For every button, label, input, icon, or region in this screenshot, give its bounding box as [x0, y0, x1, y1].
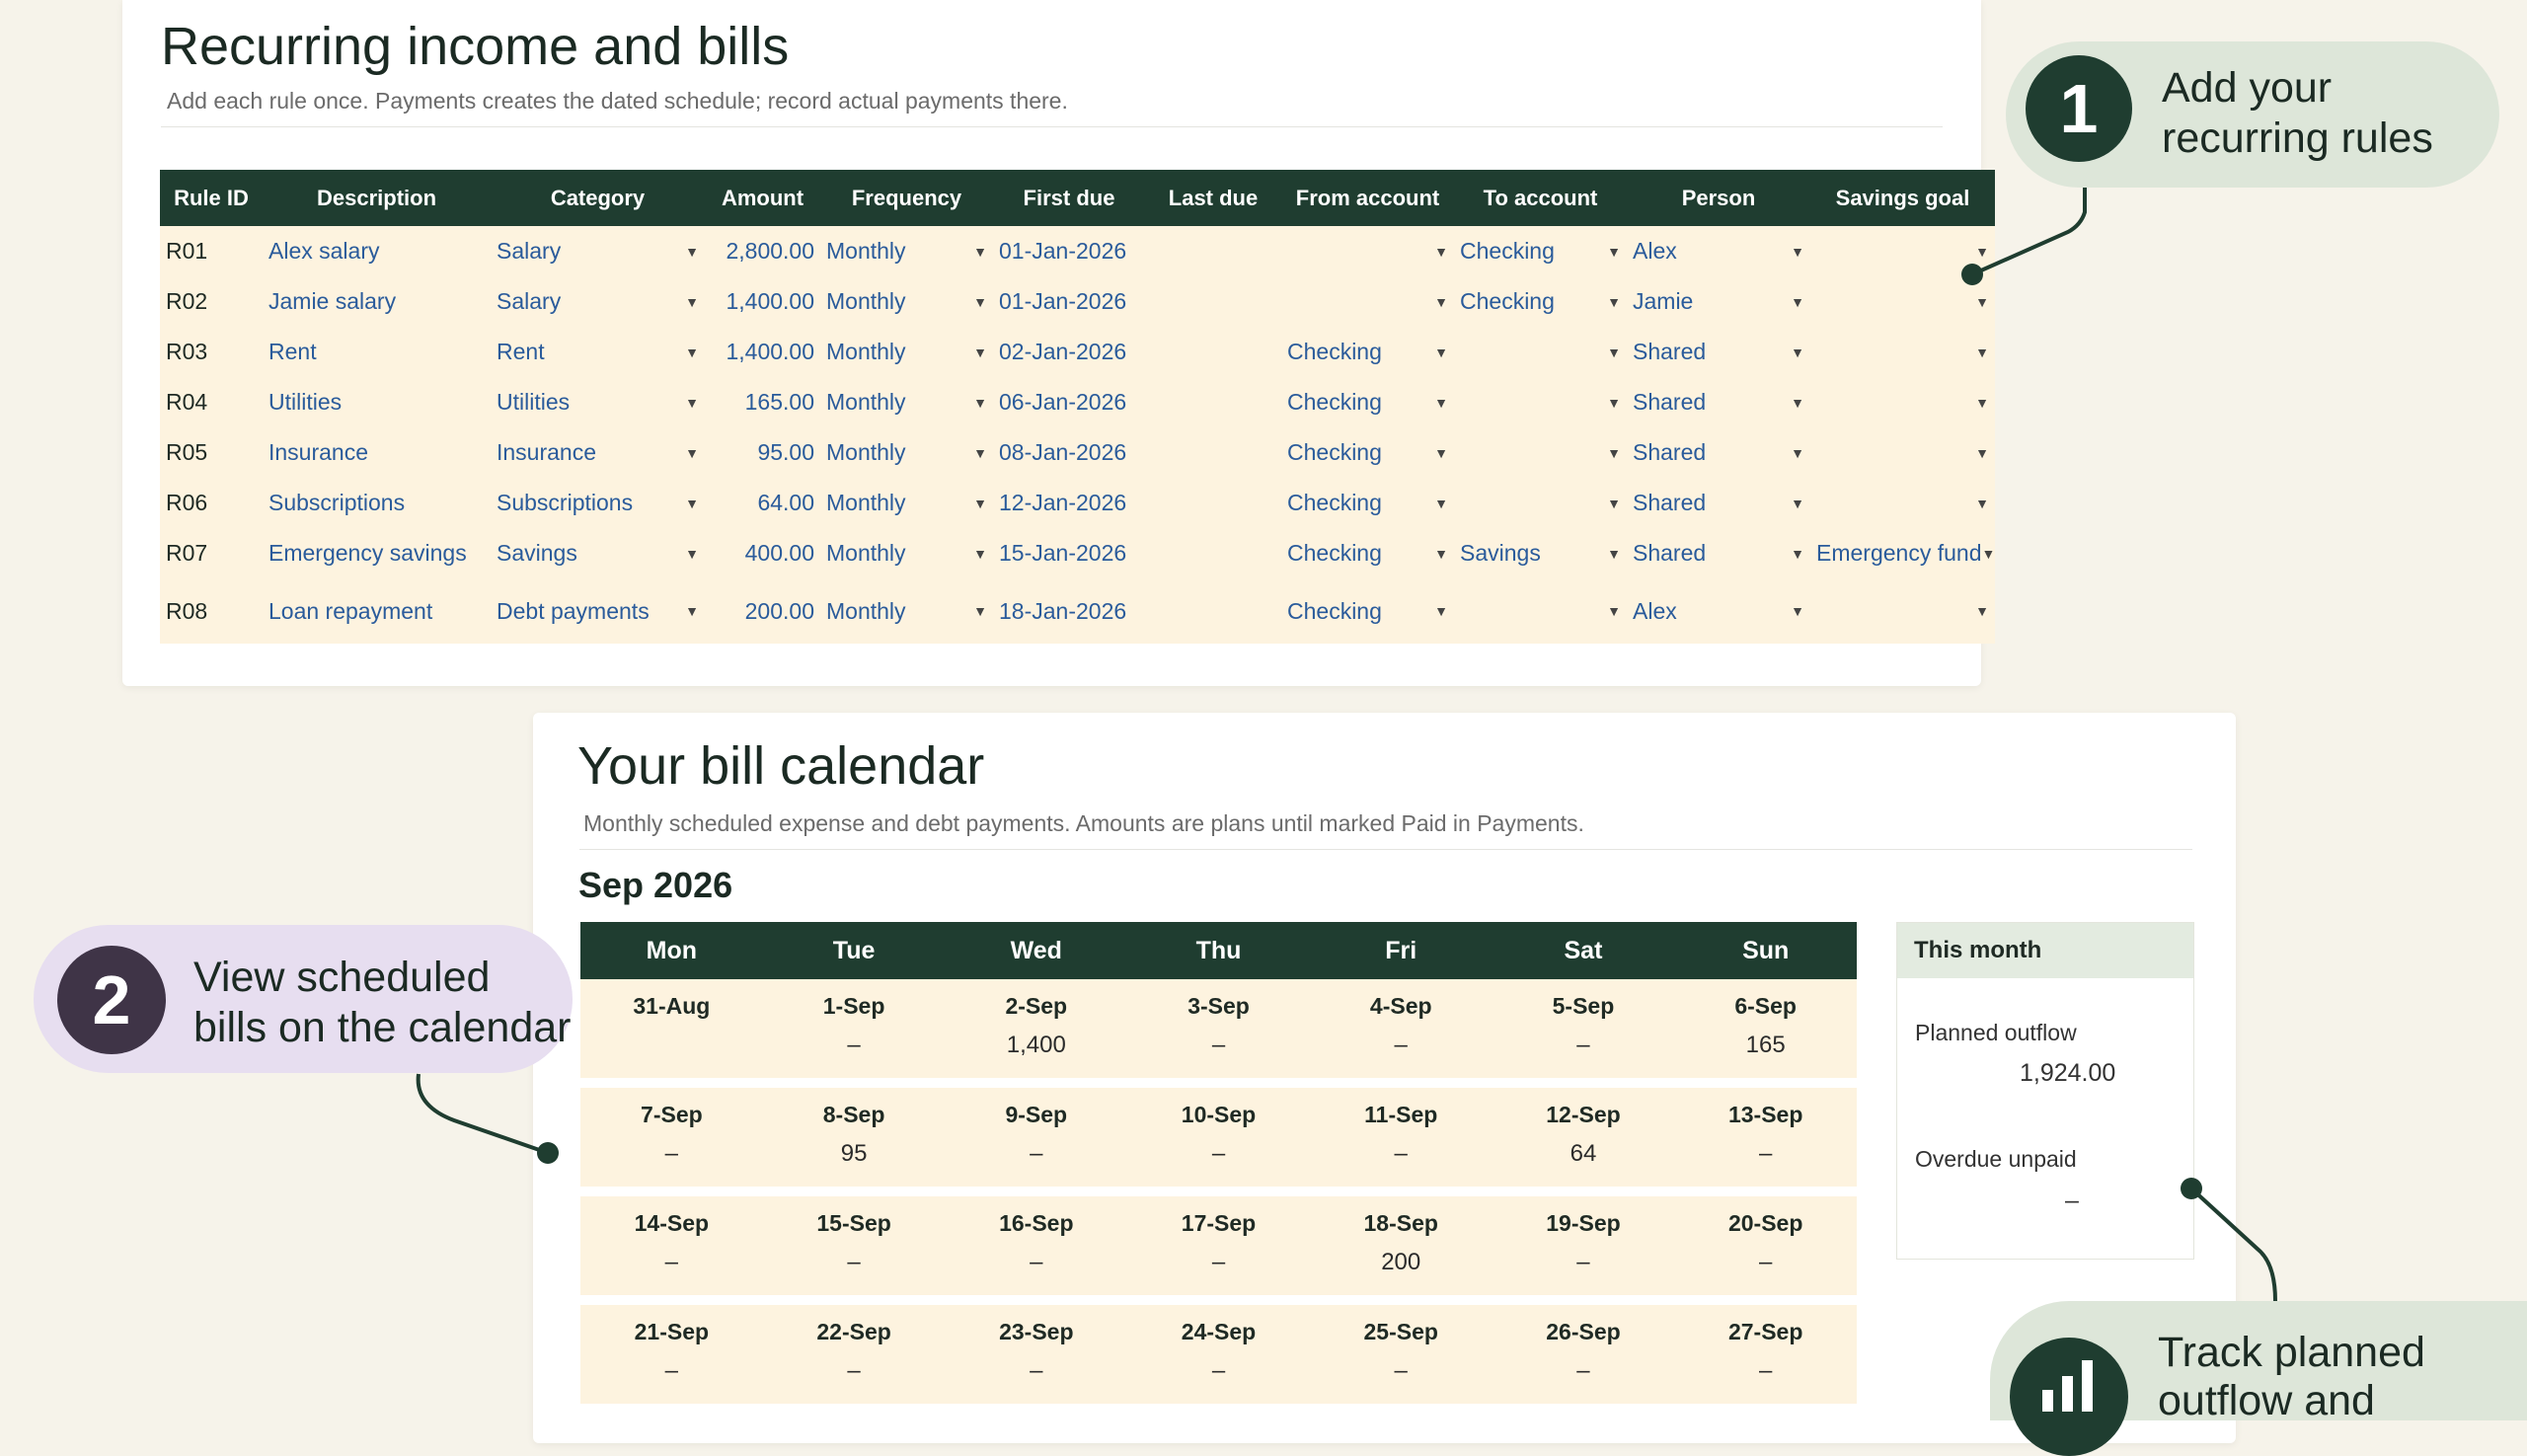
step-2-badge: 2 — [57, 946, 166, 1054]
callout-3-line-1: Track planned — [2158, 1329, 2425, 1376]
callout-2-line-1: View scheduled — [193, 954, 491, 1001]
step-1-badge: 1 — [2026, 55, 2132, 162]
callout-2-line-2: bills on the calendar — [193, 1004, 572, 1051]
callout-1-line-1: Add your — [2162, 64, 2333, 112]
callout-connectors — [416, 188, 2277, 1302]
callout-3-line-2: outflow and — [2158, 1377, 2375, 1424]
bar-chart-icon — [2010, 1338, 2128, 1456]
callout-1-line-2: recurring rules — [2162, 115, 2433, 162]
